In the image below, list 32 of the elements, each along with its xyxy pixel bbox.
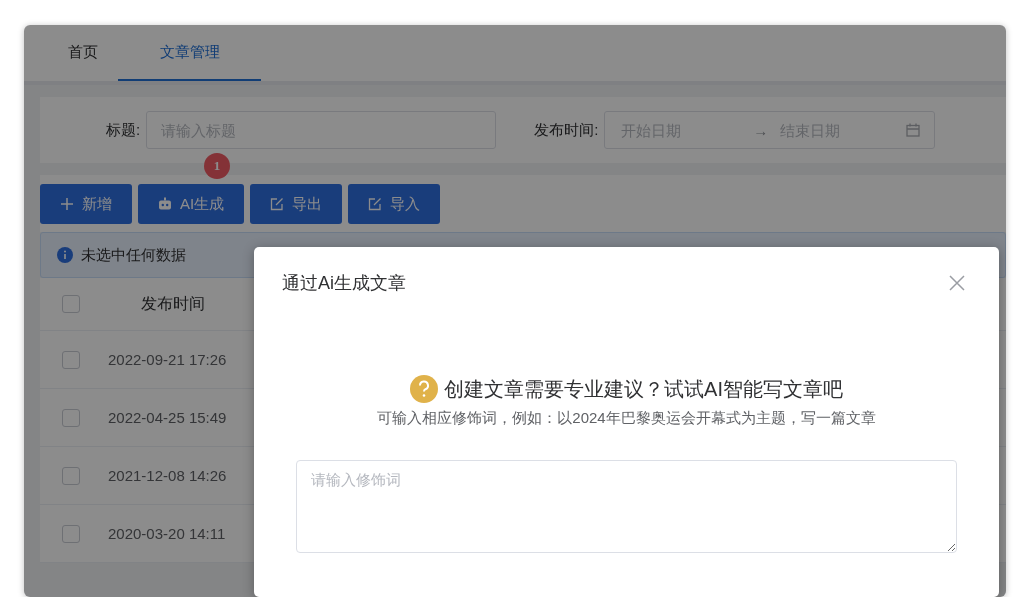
dialog-heading: 创建文章需要专业建议？试试AI智能写文章吧 bbox=[444, 376, 843, 402]
close-button[interactable] bbox=[949, 275, 965, 291]
row-checkbox[interactable] bbox=[62, 408, 80, 427]
row-checkbox[interactable] bbox=[62, 524, 80, 543]
nav-tab[interactable]: 文章管理 bbox=[118, 25, 261, 81]
filter-label: 标题: bbox=[106, 120, 141, 140]
select-all-checkbox[interactable] bbox=[62, 295, 80, 313]
robot-icon bbox=[158, 197, 172, 211]
notification-badge: 1 bbox=[204, 153, 230, 179]
column-header: 发布时间 bbox=[140, 293, 206, 314]
plus-icon bbox=[60, 197, 74, 211]
info-icon bbox=[57, 247, 73, 263]
prompt-textarea[interactable]: 请输入修饰词 bbox=[296, 460, 957, 553]
table-cell: 2022-09-21 17:26 bbox=[108, 351, 227, 368]
range-separator: → bbox=[753, 121, 769, 139]
alert-text: 未选中任何数据 bbox=[81, 245, 186, 265]
question-icon bbox=[410, 375, 439, 403]
table-cell: 2021-12-08 14:26 bbox=[108, 467, 227, 484]
table-cell: 2020-03-20 14:11 bbox=[108, 525, 226, 542]
calendar-icon bbox=[906, 123, 921, 137]
edit-icon bbox=[270, 197, 285, 211]
toolbar-button[interactable]: 导出 bbox=[250, 184, 343, 224]
filter-label: 发布时间: bbox=[534, 120, 599, 140]
toolbar-button[interactable]: 新增 bbox=[40, 184, 132, 224]
row-checkbox[interactable] bbox=[62, 466, 80, 485]
toolbar-button[interactable]: 导入 bbox=[348, 184, 441, 224]
row-checkbox[interactable] bbox=[62, 350, 80, 369]
table-cell: 2022-04-25 15:49 bbox=[108, 409, 227, 426]
dialog-title: 通过Ai生成文章 bbox=[282, 272, 406, 295]
nav-tab[interactable]: 首页 bbox=[48, 25, 118, 81]
hint-text: 可输入相应修饰词，例如：以2024年巴黎奥运会开幕式为主题，写一篇文章 bbox=[377, 409, 876, 428]
edit-icon bbox=[368, 197, 383, 211]
